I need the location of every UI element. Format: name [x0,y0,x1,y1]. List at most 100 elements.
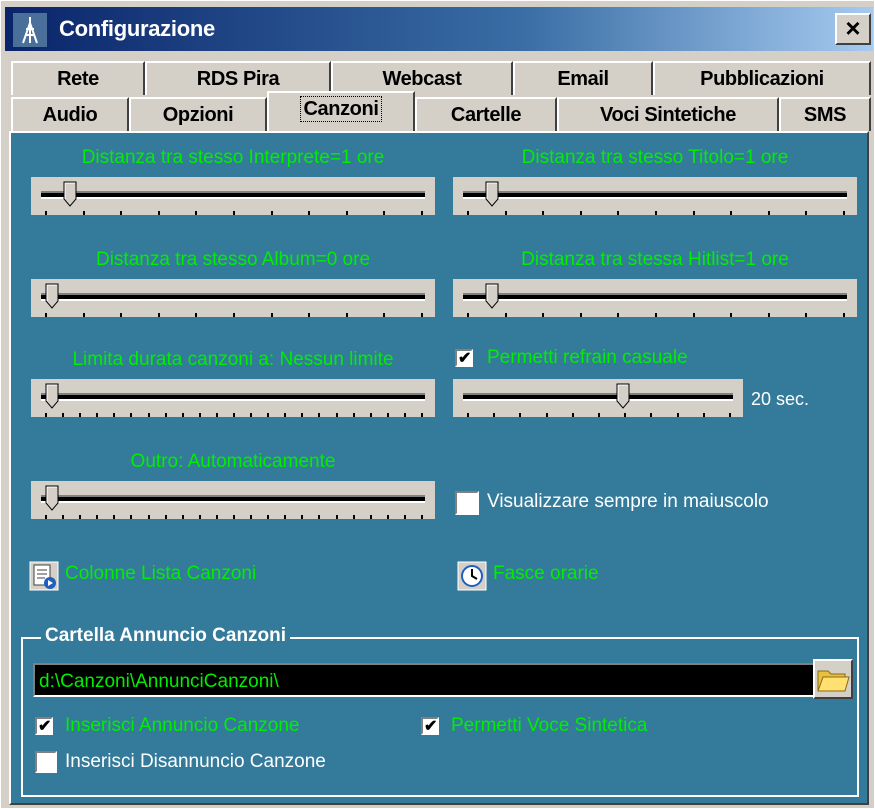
slider-tick [579,211,582,215]
slider-tick [130,515,133,519]
slider-tick [655,313,657,317]
tab-rete[interactable]: Rete [11,61,145,95]
tab-pubblicazioni[interactable]: Pubblicazioni [653,61,871,95]
tab-canzoni[interactable]: Canzoni [267,91,415,131]
slider-tick [267,515,270,519]
slider-tick [767,211,770,215]
slider-tick [421,413,423,417]
checkmark-icon: ✔ [458,350,472,367]
slider-tick [62,515,65,519]
slider-tick [82,313,85,317]
voce-sintetica-checkbox[interactable]: ✔ [421,717,439,735]
outro-label: Outro: Automaticamente [130,451,336,472]
slider-tick [308,211,311,215]
clock-icon[interactable] [457,561,487,591]
inserisci-annuncio-checkbox[interactable]: ✔ [35,717,53,735]
slider-tick [318,515,321,519]
slider-tick [352,515,355,519]
slider-tick [403,413,406,417]
slider-tick [147,413,150,417]
colonne-list-icon[interactable] [29,561,59,591]
slider-tick [181,515,184,519]
slider-tick [650,413,653,417]
tab-sms[interactable]: SMS [779,97,871,131]
refrain-slider[interactable] [453,379,743,417]
slider-thumb[interactable] [45,485,59,511]
close-button[interactable]: × [835,13,871,45]
slider-tick [542,313,545,317]
slider-tick [233,313,235,317]
slider-thumb[interactable] [485,181,499,207]
slider-tick [120,313,123,317]
slider-tick [383,313,386,317]
slider-thumb[interactable] [616,383,630,409]
checkmark-icon: ✔ [424,718,438,735]
slider-track [41,495,425,503]
slider-tick [386,413,389,417]
slider-tick [624,413,627,417]
slider-tick [301,413,304,417]
annuncio-group: Cartella Annuncio Canzoni d:\Canzoni\Ann… [21,625,859,797]
slider-tick [335,413,338,417]
outro-slider[interactable] [31,481,435,519]
slider-tick [579,313,582,317]
tab-voci-sintetiche[interactable]: Voci Sintetiche [557,97,779,131]
tab-canzoni-label: Canzoni [299,96,383,122]
slider-tick [130,413,133,417]
title-bar: Configurazione × [5,7,873,51]
slider-tick [676,413,679,417]
slider-track [463,393,733,401]
slider-tick [233,515,235,519]
antenna-icon [13,13,47,47]
annuncio-path-field[interactable]: d:\Canzoni\AnnunciCanzoni\ [33,663,819,697]
slider-tick [198,413,201,417]
slider-tick [617,313,620,317]
slider-thumb[interactable] [63,181,77,207]
album-slider[interactable] [31,279,435,317]
refrain-checkbox[interactable]: ✔ [455,349,473,367]
slider-tick [571,413,574,417]
tab-webcast[interactable]: Webcast [331,61,513,95]
slider-tick [345,313,348,317]
maiuscolo-checkbox[interactable] [455,491,479,515]
durata-slider[interactable] [31,379,435,417]
slider-ticks [467,413,731,417]
slider-tick [730,313,733,317]
slider-thumb[interactable] [45,383,59,409]
slider-thumb[interactable] [485,283,499,309]
slider-tick [729,413,731,417]
canzoni-panel: Distanza tra stesso Interprete=1 ore Dis… [9,131,869,805]
refrain-label: Permetti refrain casuale [487,347,688,368]
tab-cartelle[interactable]: Cartelle [415,97,557,131]
tab-audio[interactable]: Audio [11,97,129,131]
slider-tick [493,413,496,417]
browse-folder-button[interactable] [813,659,853,699]
tab-rds-pira[interactable]: RDS Pira [145,61,331,95]
tab-email[interactable]: Email [513,61,653,95]
slider-ticks [45,413,423,417]
slider-tick [403,515,406,519]
checkmark-icon: ✔ [38,718,52,735]
slider-tick [45,413,47,417]
titolo-slider[interactable] [453,177,857,215]
slider-track [463,191,847,199]
slider-tick [233,413,235,417]
colonne-lista-label[interactable]: Colonne Lista Canzoni [65,563,256,585]
disannuncio-checkbox[interactable] [35,751,57,773]
interprete-slider[interactable] [31,177,435,215]
slider-ticks [467,313,845,317]
tab-opzioni[interactable]: Opzioni [129,97,267,131]
slider-tick [467,313,469,317]
slider-tick [79,413,82,417]
maiuscolo-label: Visualizzare sempre in maiuscolo [487,491,769,512]
slider-tick [767,313,770,317]
hitlist-slider[interactable] [453,279,857,317]
tab-row-2: Audio Opzioni Canzoni Cartelle Voci Sint… [11,91,871,133]
fasce-orarie-label[interactable]: Fasce orarie [493,563,599,585]
slider-tick [215,515,218,519]
slider-tick [45,515,47,519]
slider-tick [421,211,423,215]
slider-thumb[interactable] [45,283,59,309]
slider-tick [157,211,160,215]
slider-tick [147,515,150,519]
